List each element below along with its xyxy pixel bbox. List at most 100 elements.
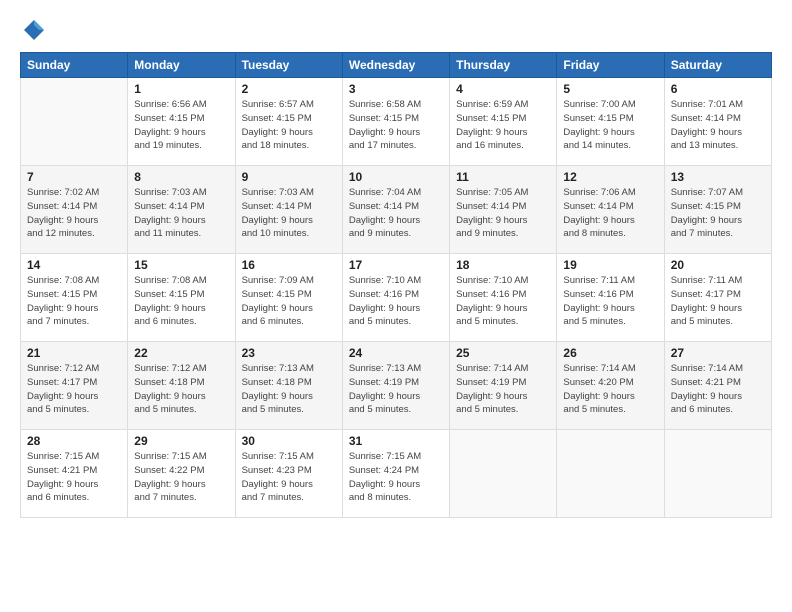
- day-info: Sunrise: 7:09 AMSunset: 4:15 PMDaylight:…: [242, 274, 336, 329]
- day-info: Sunrise: 7:02 AMSunset: 4:14 PMDaylight:…: [27, 186, 121, 241]
- day-cell: 22Sunrise: 7:12 AMSunset: 4:18 PMDayligh…: [128, 342, 235, 430]
- day-info: Sunrise: 7:11 AMSunset: 4:16 PMDaylight:…: [563, 274, 657, 329]
- day-info: Sunrise: 7:12 AMSunset: 4:17 PMDaylight:…: [27, 362, 121, 417]
- day-cell: 20 Sunrise: 7:11 AMSunset: 4:17 PMDayligh…: [664, 254, 771, 342]
- day-cell: 14Sunrise: 7:08 AMSunset: 4:15 PMDayligh…: [21, 254, 128, 342]
- day-number: 15: [134, 258, 228, 272]
- day-info: Sunrise: 7:08 AMSunset: 4:15 PMDaylight:…: [134, 274, 228, 329]
- day-cell: 26 Sunrise: 7:14 AMSunset: 4:20 PMDayligh…: [557, 342, 664, 430]
- day-number: 7: [27, 170, 121, 184]
- day-number: 26: [563, 346, 657, 360]
- day-number: 28: [27, 434, 121, 448]
- day-info: Sunrise: 7:15 AMSunset: 4:22 PMDaylight:…: [134, 450, 228, 505]
- day-info: Sunrise: 7:03 AMSunset: 4:14 PMDaylight:…: [242, 186, 336, 241]
- day-info: Sunrise: 7:10 AMSunset: 4:16 PMDaylight:…: [456, 274, 550, 329]
- day-info: Sunrise: 7:01 AMSunset: 4:14 PMDaylight:…: [671, 98, 765, 153]
- day-info: Sunrise: 7:05 AMSunset: 4:14 PMDaylight:…: [456, 186, 550, 241]
- col-header-tuesday: Tuesday: [235, 53, 342, 78]
- day-number: 18: [456, 258, 550, 272]
- day-info: Sunrise: 7:04 AMSunset: 4:14 PMDaylight:…: [349, 186, 443, 241]
- week-row-4: 21 Sunrise: 7:12 AMSunset: 4:17 PMDayligh…: [21, 342, 772, 430]
- day-number: 23: [242, 346, 336, 360]
- day-number: 19: [563, 258, 657, 272]
- day-cell: 18 Sunrise: 7:10 AMSunset: 4:16 PMDayligh…: [450, 254, 557, 342]
- day-cell: 1 Sunrise: 6:56 AMSunset: 4:15 PMDaylight…: [128, 78, 235, 166]
- day-cell: 31 Sunrise: 7:15 AMSunset: 4:24 PMDayligh…: [342, 430, 449, 518]
- day-info: Sunrise: 7:00 AMSunset: 4:15 PMDaylight:…: [563, 98, 657, 153]
- day-number: 24: [349, 346, 443, 360]
- day-cell: 2 Sunrise: 6:57 AMSunset: 4:15 PMDaylight…: [235, 78, 342, 166]
- day-info: Sunrise: 6:57 AMSunset: 4:15 PMDaylight:…: [242, 98, 336, 153]
- day-cell: 12Sunrise: 7:06 AMSunset: 4:14 PMDayligh…: [557, 166, 664, 254]
- day-cell: [664, 430, 771, 518]
- day-number: 8: [134, 170, 228, 184]
- day-number: 1: [134, 82, 228, 96]
- day-info: Sunrise: 7:03 AMSunset: 4:14 PMDaylight:…: [134, 186, 228, 241]
- day-info: Sunrise: 7:14 AMSunset: 4:21 PMDaylight:…: [671, 362, 765, 417]
- day-number: 31: [349, 434, 443, 448]
- day-number: 21: [27, 346, 121, 360]
- col-header-thursday: Thursday: [450, 53, 557, 78]
- day-number: 3: [349, 82, 443, 96]
- day-number: 25: [456, 346, 550, 360]
- day-info: Sunrise: 7:06 AMSunset: 4:14 PMDaylight:…: [563, 186, 657, 241]
- day-cell: 5 Sunrise: 7:00 AMSunset: 4:15 PMDaylight…: [557, 78, 664, 166]
- day-cell: [450, 430, 557, 518]
- day-info: Sunrise: 7:13 AMSunset: 4:19 PMDaylight:…: [349, 362, 443, 417]
- logo-icon: [20, 16, 48, 44]
- day-info: Sunrise: 7:15 AMSunset: 4:24 PMDaylight:…: [349, 450, 443, 505]
- col-header-sunday: Sunday: [21, 53, 128, 78]
- day-cell: 24 Sunrise: 7:13 AMSunset: 4:19 PMDayligh…: [342, 342, 449, 430]
- header: [20, 16, 772, 44]
- day-info: Sunrise: 7:14 AMSunset: 4:19 PMDaylight:…: [456, 362, 550, 417]
- day-number: 2: [242, 82, 336, 96]
- day-number: 20: [671, 258, 765, 272]
- day-cell: 6 Sunrise: 7:01 AMSunset: 4:14 PMDaylight…: [664, 78, 771, 166]
- day-number: 11: [456, 170, 550, 184]
- day-cell: 13Sunrise: 7:07 AMSunset: 4:15 PMDayligh…: [664, 166, 771, 254]
- week-row-2: 7 Sunrise: 7:02 AMSunset: 4:14 PMDaylight…: [21, 166, 772, 254]
- col-header-saturday: Saturday: [664, 53, 771, 78]
- day-info: Sunrise: 7:13 AMSunset: 4:18 PMDaylight:…: [242, 362, 336, 417]
- day-info: Sunrise: 7:11 AMSunset: 4:17 PMDaylight:…: [671, 274, 765, 329]
- day-info: Sunrise: 6:58 AMSunset: 4:15 PMDaylight:…: [349, 98, 443, 153]
- day-info: Sunrise: 7:15 AMSunset: 4:23 PMDaylight:…: [242, 450, 336, 505]
- day-number: 22: [134, 346, 228, 360]
- week-row-1: 1 Sunrise: 6:56 AMSunset: 4:15 PMDaylight…: [21, 78, 772, 166]
- page: SundayMondayTuesdayWednesdayThursdayFrid…: [0, 0, 792, 612]
- header-row: SundayMondayTuesdayWednesdayThursdayFrid…: [21, 53, 772, 78]
- day-cell: 4Sunrise: 6:59 AMSunset: 4:15 PMDaylight…: [450, 78, 557, 166]
- day-cell: 15 Sunrise: 7:08 AMSunset: 4:15 PMDayligh…: [128, 254, 235, 342]
- week-row-3: 14 Sunrise: 7:08 AMSunset: 4:15 PMDayligh…: [21, 254, 772, 342]
- day-cell: 3 Sunrise: 6:58 AMSunset: 4:15 PMDaylight…: [342, 78, 449, 166]
- day-cell: 11 Sunrise: 7:05 AMSunset: 4:14 PMDayligh…: [450, 166, 557, 254]
- day-number: 5: [563, 82, 657, 96]
- calendar-table: SundayMondayTuesdayWednesdayThursdayFrid…: [20, 52, 772, 518]
- logo: [20, 16, 52, 44]
- day-cell: 30Sunrise: 7:15 AMSunset: 4:23 PMDayligh…: [235, 430, 342, 518]
- day-info: Sunrise: 6:56 AMSunset: 4:15 PMDaylight:…: [134, 98, 228, 153]
- day-cell: 16Sunrise: 7:09 AMSunset: 4:15 PMDayligh…: [235, 254, 342, 342]
- day-cell: 28 Sunrise: 7:15 AMSunset: 4:21 PMDayligh…: [21, 430, 128, 518]
- day-number: 13: [671, 170, 765, 184]
- day-number: 27: [671, 346, 765, 360]
- day-cell: 9 Sunrise: 7:03 AMSunset: 4:14 PMDaylight…: [235, 166, 342, 254]
- day-info: Sunrise: 7:14 AMSunset: 4:20 PMDaylight:…: [563, 362, 657, 417]
- day-cell: [21, 78, 128, 166]
- day-number: 9: [242, 170, 336, 184]
- day-number: 29: [134, 434, 228, 448]
- day-info: Sunrise: 7:10 AMSunset: 4:16 PMDaylight:…: [349, 274, 443, 329]
- day-cell: 19 Sunrise: 7:11 AMSunset: 4:16 PMDayligh…: [557, 254, 664, 342]
- day-number: 14: [27, 258, 121, 272]
- day-number: 17: [349, 258, 443, 272]
- day-cell: 7 Sunrise: 7:02 AMSunset: 4:14 PMDaylight…: [21, 166, 128, 254]
- col-header-wednesday: Wednesday: [342, 53, 449, 78]
- day-cell: 8 Sunrise: 7:03 AMSunset: 4:14 PMDaylight…: [128, 166, 235, 254]
- day-cell: 29 Sunrise: 7:15 AMSunset: 4:22 PMDayligh…: [128, 430, 235, 518]
- day-info: Sunrise: 7:15 AMSunset: 4:21 PMDaylight:…: [27, 450, 121, 505]
- day-cell: 17 Sunrise: 7:10 AMSunset: 4:16 PMDayligh…: [342, 254, 449, 342]
- day-number: 6: [671, 82, 765, 96]
- col-header-friday: Friday: [557, 53, 664, 78]
- day-cell: 23 Sunrise: 7:13 AMSunset: 4:18 PMDayligh…: [235, 342, 342, 430]
- day-cell: 25 Sunrise: 7:14 AMSunset: 4:19 PMDayligh…: [450, 342, 557, 430]
